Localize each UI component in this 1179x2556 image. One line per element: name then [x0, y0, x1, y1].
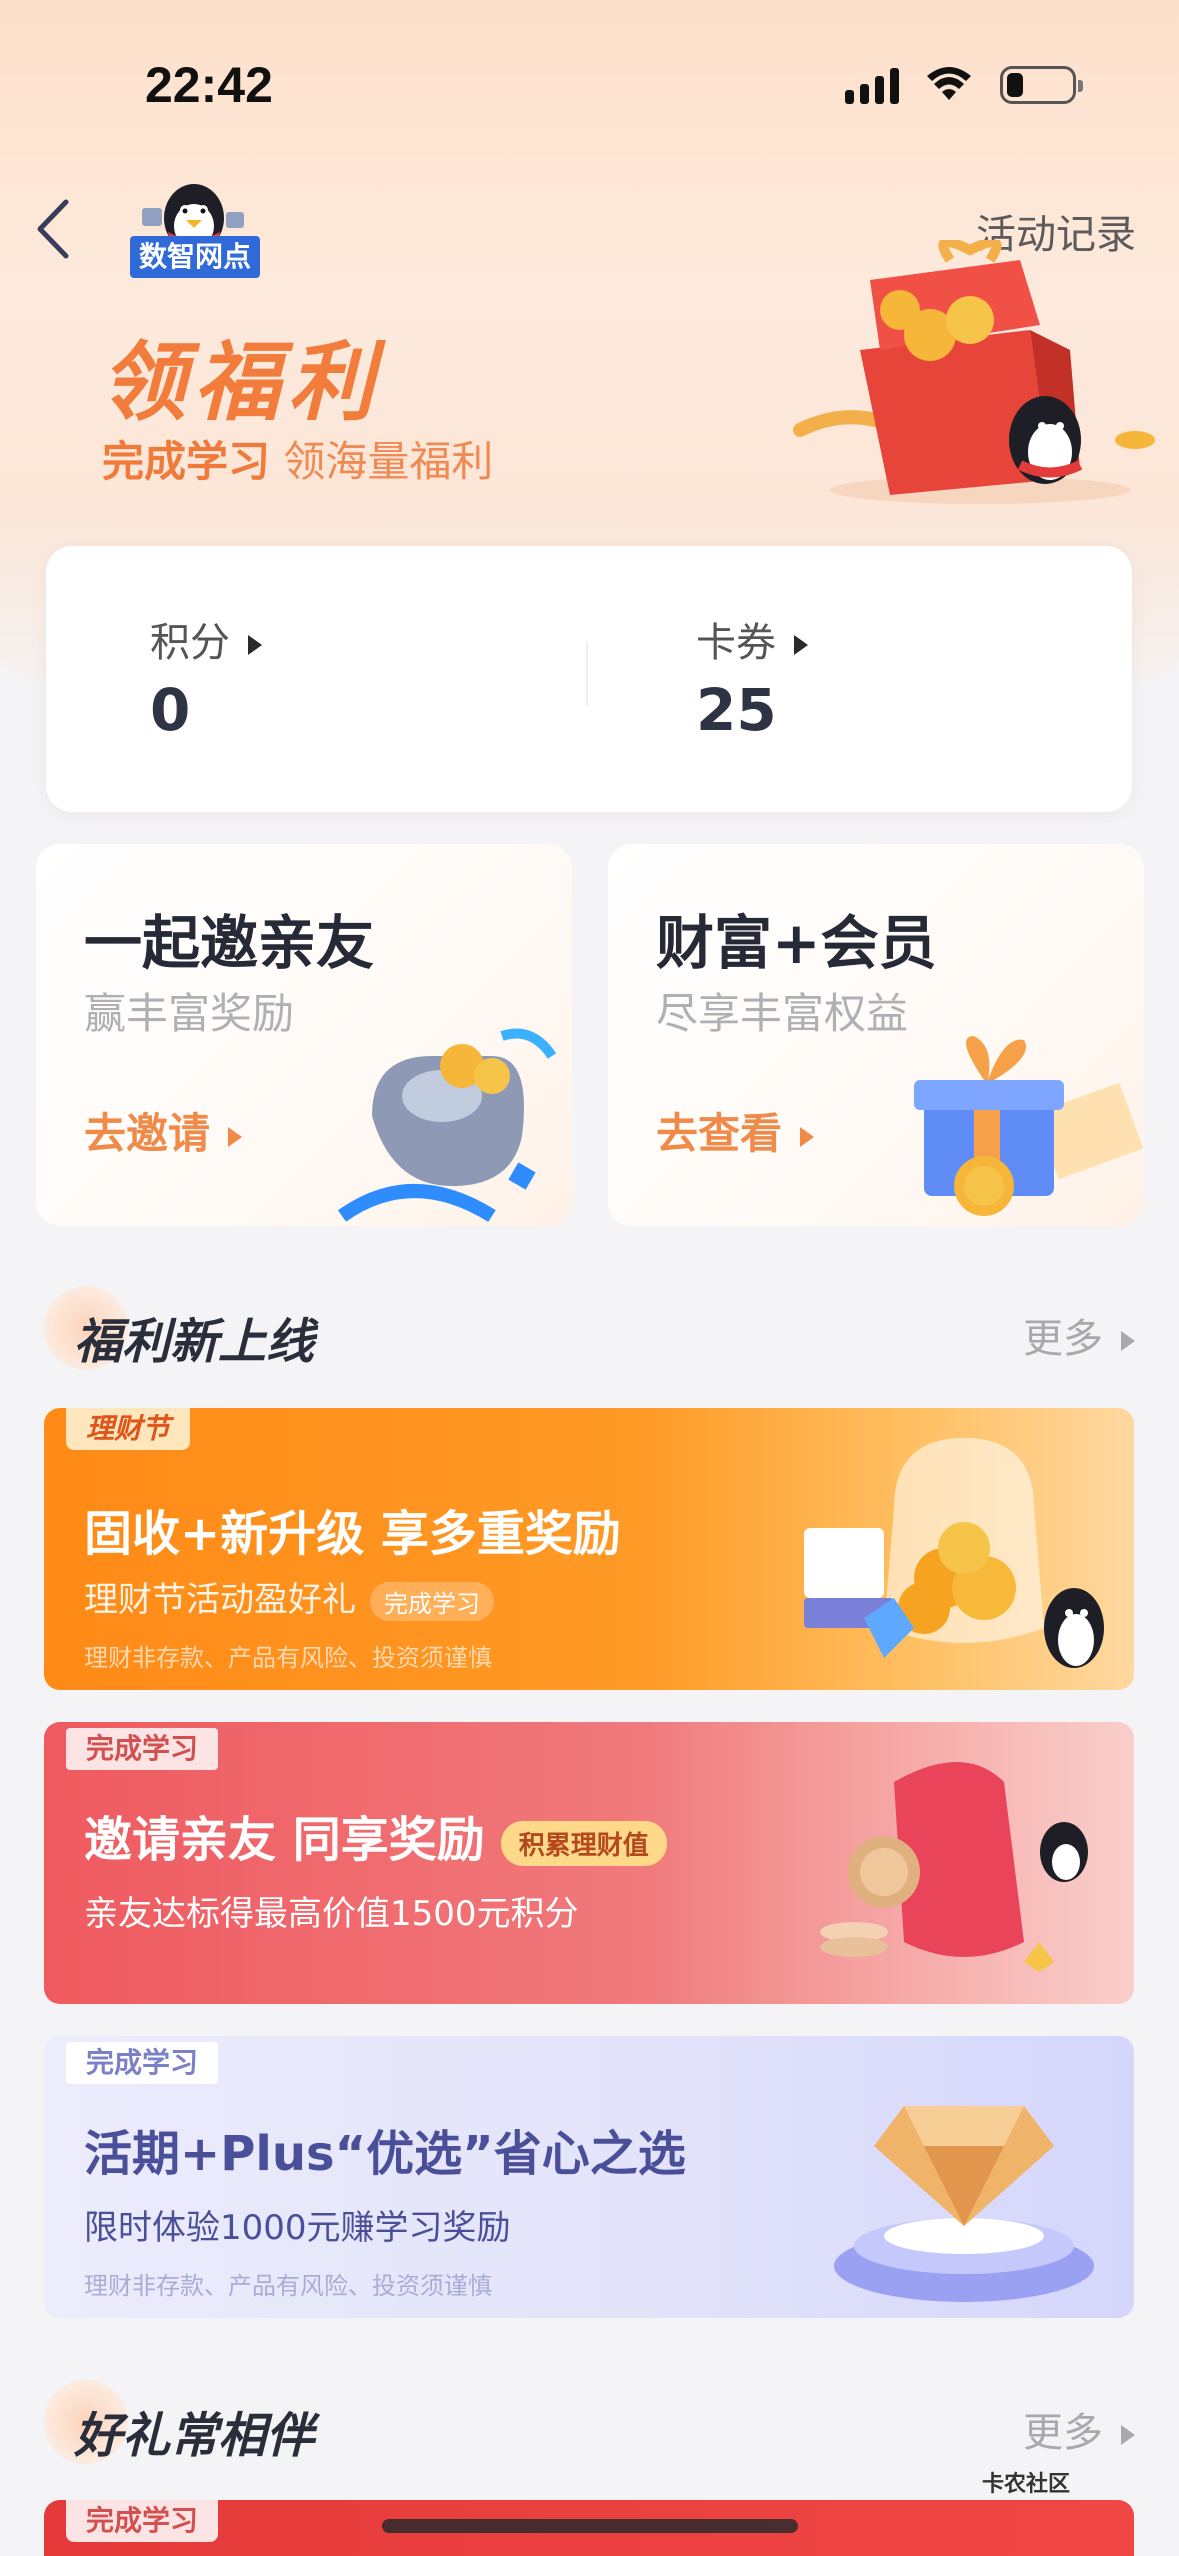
banner-tag: 完成学习 [66, 2500, 219, 2542]
risk-disclaimer: 理财非存款、产品有风险、投资须谨慎 [84, 1644, 492, 1672]
caret-right-icon [794, 635, 808, 655]
banner-desc: 限时体验1000元赚学习奖励 [84, 2208, 511, 2248]
invite-cta-label: 去邀请 [84, 1109, 211, 1158]
risk-disclaimer: 理财非存款、产品有风险、投资须谨慎 [84, 2272, 492, 2300]
caret-right-icon [248, 635, 262, 655]
banner-desc: 亲友达标得最高价值1500元积分 [84, 1894, 579, 1934]
feature-subtitle: 赢丰富奖励 [84, 989, 295, 1038]
home-indicator[interactable] [382, 2519, 798, 2533]
section-new-welfare: 福利新上线 更多 [44, 1286, 1135, 1376]
red-envelope-illustration [820, 1762, 1088, 1972]
points-value: 0 [150, 676, 191, 744]
more-label: 更多 [1023, 1316, 1103, 1362]
hero-subtitle-highlight: 完成学习 [102, 437, 271, 486]
view-cta-label: 去查看 [656, 1109, 783, 1158]
coupons-value: 25 [696, 676, 777, 744]
caret-right-icon [1121, 2425, 1135, 2445]
banner-desc-text: 理财节活动盈好礼 [84, 1580, 356, 1620]
brand-label: 数智网点 [130, 236, 260, 278]
coin-jar-penguin-illustration [804, 1438, 1104, 1668]
section-gifts: 好礼常相伴 更多 [44, 2380, 1135, 2470]
more-link[interactable]: 更多 [1023, 2400, 1135, 2458]
banner-title-text: 邀请亲友 同享奖励 [84, 1812, 485, 1868]
points-card: 积分 0 卡券 25 [46, 546, 1132, 812]
back-arrow-icon[interactable] [30, 196, 80, 262]
hero-subtitle: 完成学习 领海量福利 [102, 428, 493, 489]
coupons-entry[interactable]: 卡券 [696, 610, 808, 668]
cellular-signal-icon [845, 66, 899, 104]
banner-badge: 积累理财值 [500, 1820, 667, 1866]
wifi-icon [927, 67, 971, 100]
banner-tag: 完成学习 [66, 1728, 219, 1770]
invite-friends-banner[interactable]: 完成学习 邀请亲友 同享奖励 积累理财值 亲友达标得最高价值1500元积分 [44, 1722, 1134, 2004]
status-time: 22:42 [145, 57, 273, 113]
points-entry[interactable]: 积分 [150, 610, 262, 668]
invite-friends-card[interactable]: 一起邀亲友 赢丰富奖励 去邀请 [36, 844, 572, 1226]
banner-tag: 完成学习 [66, 2042, 219, 2084]
feature-title: 一起邀亲友 [84, 909, 375, 977]
fixed-income-banner[interactable]: 理财节 固收+新升级 享多重奖励 理财节活动盈好礼 完成学习 理财非存款、产品有风… [44, 1408, 1134, 1690]
caret-right-icon [1121, 1331, 1135, 1351]
feature-subtitle: 尽享丰富权益 [656, 989, 909, 1038]
banner-title: 活期+Plus“优选”省心之选 [84, 2126, 686, 2182]
status-bar: 22:42 [0, 0, 1179, 170]
feature-title: 财富+会员 [656, 909, 937, 977]
hero-title: 领福利 [100, 332, 382, 433]
points-label: 积分 [150, 620, 230, 666]
view-cta[interactable]: 去查看 [656, 1100, 815, 1161]
more-label: 更多 [1023, 2410, 1103, 2456]
banner-title: 邀请亲友 同享奖励 积累理财值 [84, 1800, 667, 1870]
more-link[interactable]: 更多 [1023, 1306, 1135, 1364]
wealth-membership-card[interactable]: 财富+会员 尽享丰富权益 去查看 [608, 844, 1144, 1226]
banner-tag: 理财节 [66, 1408, 191, 1450]
trophy-icon [337, 1028, 557, 1222]
gift-box-penguin-illustration [793, 240, 1155, 504]
banner-pill: 完成学习 [370, 1582, 494, 1621]
diamond-pedestal-illustration [834, 2106, 1094, 2302]
banner-title: 固收+新升级 享多重奖励 [84, 1506, 621, 1562]
battery-icon [1000, 66, 1083, 104]
hero-subtitle-rest: 领海量福利 [270, 437, 494, 486]
divider [586, 642, 588, 706]
section-title: 福利新上线 [74, 1314, 315, 1370]
section-title: 好礼常相伴 [74, 2408, 315, 2464]
caret-right-icon [800, 1126, 815, 1147]
watermark: 卡农社区 [982, 2472, 1071, 2497]
coupons-label: 卡券 [696, 620, 776, 666]
invite-cta[interactable]: 去邀请 [84, 1100, 243, 1161]
current-plus-banner[interactable]: 完成学习 活期+Plus“优选”省心之选 限时体验1000元赚学习奖励 理财非存… [44, 2036, 1134, 2318]
banner-desc: 理财节活动盈好礼 完成学习 [84, 1572, 494, 1621]
gift-box-icon [914, 1036, 1144, 1216]
caret-right-icon [228, 1126, 243, 1147]
